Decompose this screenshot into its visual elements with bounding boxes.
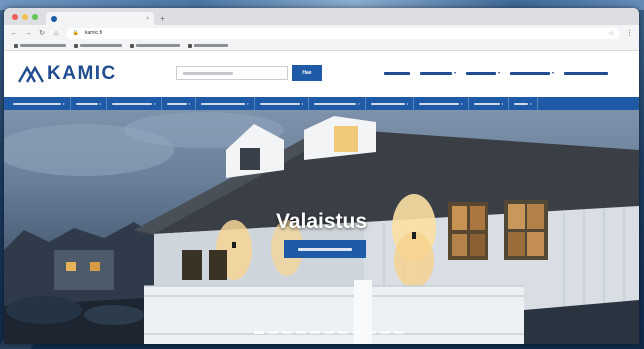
category-nav-item[interactable]: ▾ xyxy=(509,97,538,110)
top-link[interactable] xyxy=(564,71,609,75)
bookmark-item[interactable] xyxy=(14,43,66,48)
category-nav-item[interactable]: ▾ xyxy=(162,97,197,110)
bookmark-item[interactable] xyxy=(74,43,122,48)
category-nav-item[interactable]: ▾ xyxy=(366,97,415,110)
bookmark-icon xyxy=(130,43,134,48)
chevron-down-icon: ▾ xyxy=(63,101,65,106)
category-nav-item[interactable]: ▾ xyxy=(107,97,162,110)
bookmark-icon xyxy=(188,43,192,48)
kamic-logo-icon xyxy=(18,65,44,83)
top-link-dropdown[interactable]: ▾ xyxy=(420,71,456,75)
chevron-down-icon: ▾ xyxy=(406,101,409,106)
slider-dot[interactable] xyxy=(254,331,264,334)
url-text: kamic.fi xyxy=(85,30,102,36)
category-nav-item[interactable]: ▾ xyxy=(196,97,255,110)
slider-dot[interactable] xyxy=(324,331,334,334)
minimize-window-button[interactable] xyxy=(22,13,28,20)
category-nav-item[interactable]: ▾ xyxy=(414,97,469,110)
chevron-down-icon: ▾ xyxy=(154,101,156,106)
chevron-down-icon: ▾ xyxy=(530,101,532,106)
search-input[interactable] xyxy=(176,66,288,80)
hero-cta-label xyxy=(298,247,352,251)
forward-icon[interactable]: → xyxy=(24,30,32,37)
slider-dot[interactable] xyxy=(380,331,390,334)
close-tab-icon[interactable]: × xyxy=(146,16,149,22)
close-window-button[interactable] xyxy=(12,13,18,20)
category-nav-item[interactable]: ▾ xyxy=(255,97,310,110)
category-nav: ▾ ▾ ▾ ▾ ▾ ▾ ▾ ▾ ▾ ▾ ▾ xyxy=(4,97,639,110)
address-bar: ← → ↻ ⌂ 🔒 kamic.fi ☆ ⋮ xyxy=(4,25,639,41)
bookmark-icon xyxy=(14,43,18,48)
category-nav-item[interactable]: ▾ xyxy=(309,97,366,110)
window-controls xyxy=(4,8,46,25)
slider-dot[interactable] xyxy=(296,331,306,334)
chevron-down-icon: ▾ xyxy=(358,101,360,106)
category-nav-item[interactable]: ▾ xyxy=(8,97,71,110)
chevron-down-icon: ▾ xyxy=(552,70,555,75)
slider-dot[interactable] xyxy=(394,331,404,334)
bookmark-item[interactable] xyxy=(188,43,228,48)
search-button[interactable]: Hae xyxy=(292,65,322,81)
plus-icon[interactable]: + xyxy=(154,12,165,25)
chevron-down-icon: ▾ xyxy=(454,70,457,75)
logo-text: KAMIC xyxy=(47,63,117,84)
home-icon[interactable]: ⌂ xyxy=(52,30,60,37)
bookmark-item[interactable] xyxy=(130,43,180,48)
chevron-down-icon: ▾ xyxy=(501,101,504,106)
top-links: ▾ ▾ ▾ xyxy=(384,71,609,75)
slider-dot[interactable] xyxy=(268,331,278,334)
hero-title: Valaistus xyxy=(275,210,368,233)
hero-banner[interactable]: Valaistus xyxy=(4,110,639,344)
slider-dot[interactable] xyxy=(310,331,320,334)
site-logo[interactable]: KAMIC xyxy=(18,63,117,85)
search-placeholder xyxy=(183,71,233,75)
top-link-dropdown[interactable]: ▾ xyxy=(466,71,500,75)
browser-tab[interactable]: × xyxy=(46,12,154,25)
bookmark-icon xyxy=(74,43,78,48)
bookmarks-bar xyxy=(4,41,639,51)
slider-dot[interactable] xyxy=(352,331,362,334)
chevron-down-icon: ▾ xyxy=(461,101,463,106)
hero-cta-button[interactable] xyxy=(284,240,366,258)
maximize-window-button[interactable] xyxy=(32,13,38,20)
top-link[interactable] xyxy=(384,71,410,75)
slider-dot[interactable] xyxy=(338,331,348,334)
chevron-down-icon: ▾ xyxy=(99,101,102,106)
slider-pagination xyxy=(254,331,404,334)
chevron-down-icon: ▾ xyxy=(498,70,501,75)
reload-icon[interactable]: ↻ xyxy=(38,29,46,37)
site-header: KAMIC Hae ▾ ▾ ▾ xyxy=(4,51,639,97)
lock-icon: 🔒 xyxy=(72,30,80,36)
browser-menu-icon[interactable]: ⋮ xyxy=(626,29,633,37)
top-link-dropdown[interactable]: ▾ xyxy=(510,71,554,75)
tab-strip: × + xyxy=(4,8,639,25)
chevron-down-icon: ▾ xyxy=(301,101,304,106)
slider-dot[interactable] xyxy=(366,331,376,334)
chevron-down-icon: ▾ xyxy=(247,101,249,106)
chevron-down-icon: ▾ xyxy=(188,101,191,106)
back-icon[interactable]: ← xyxy=(10,30,18,37)
bookmark-star-icon[interactable]: ☆ xyxy=(609,30,614,37)
browser-window: × + ← → ↻ ⌂ 🔒 kamic.fi ☆ ⋮ KAMIC Hae ▾ ▾… xyxy=(4,8,639,344)
favicon-icon xyxy=(51,15,57,22)
url-field[interactable]: 🔒 kamic.fi ☆ xyxy=(66,27,620,39)
category-nav-item[interactable]: ▾ xyxy=(469,97,510,110)
slider-dot[interactable] xyxy=(282,331,292,334)
category-nav-item[interactable]: ▾ xyxy=(71,97,108,110)
